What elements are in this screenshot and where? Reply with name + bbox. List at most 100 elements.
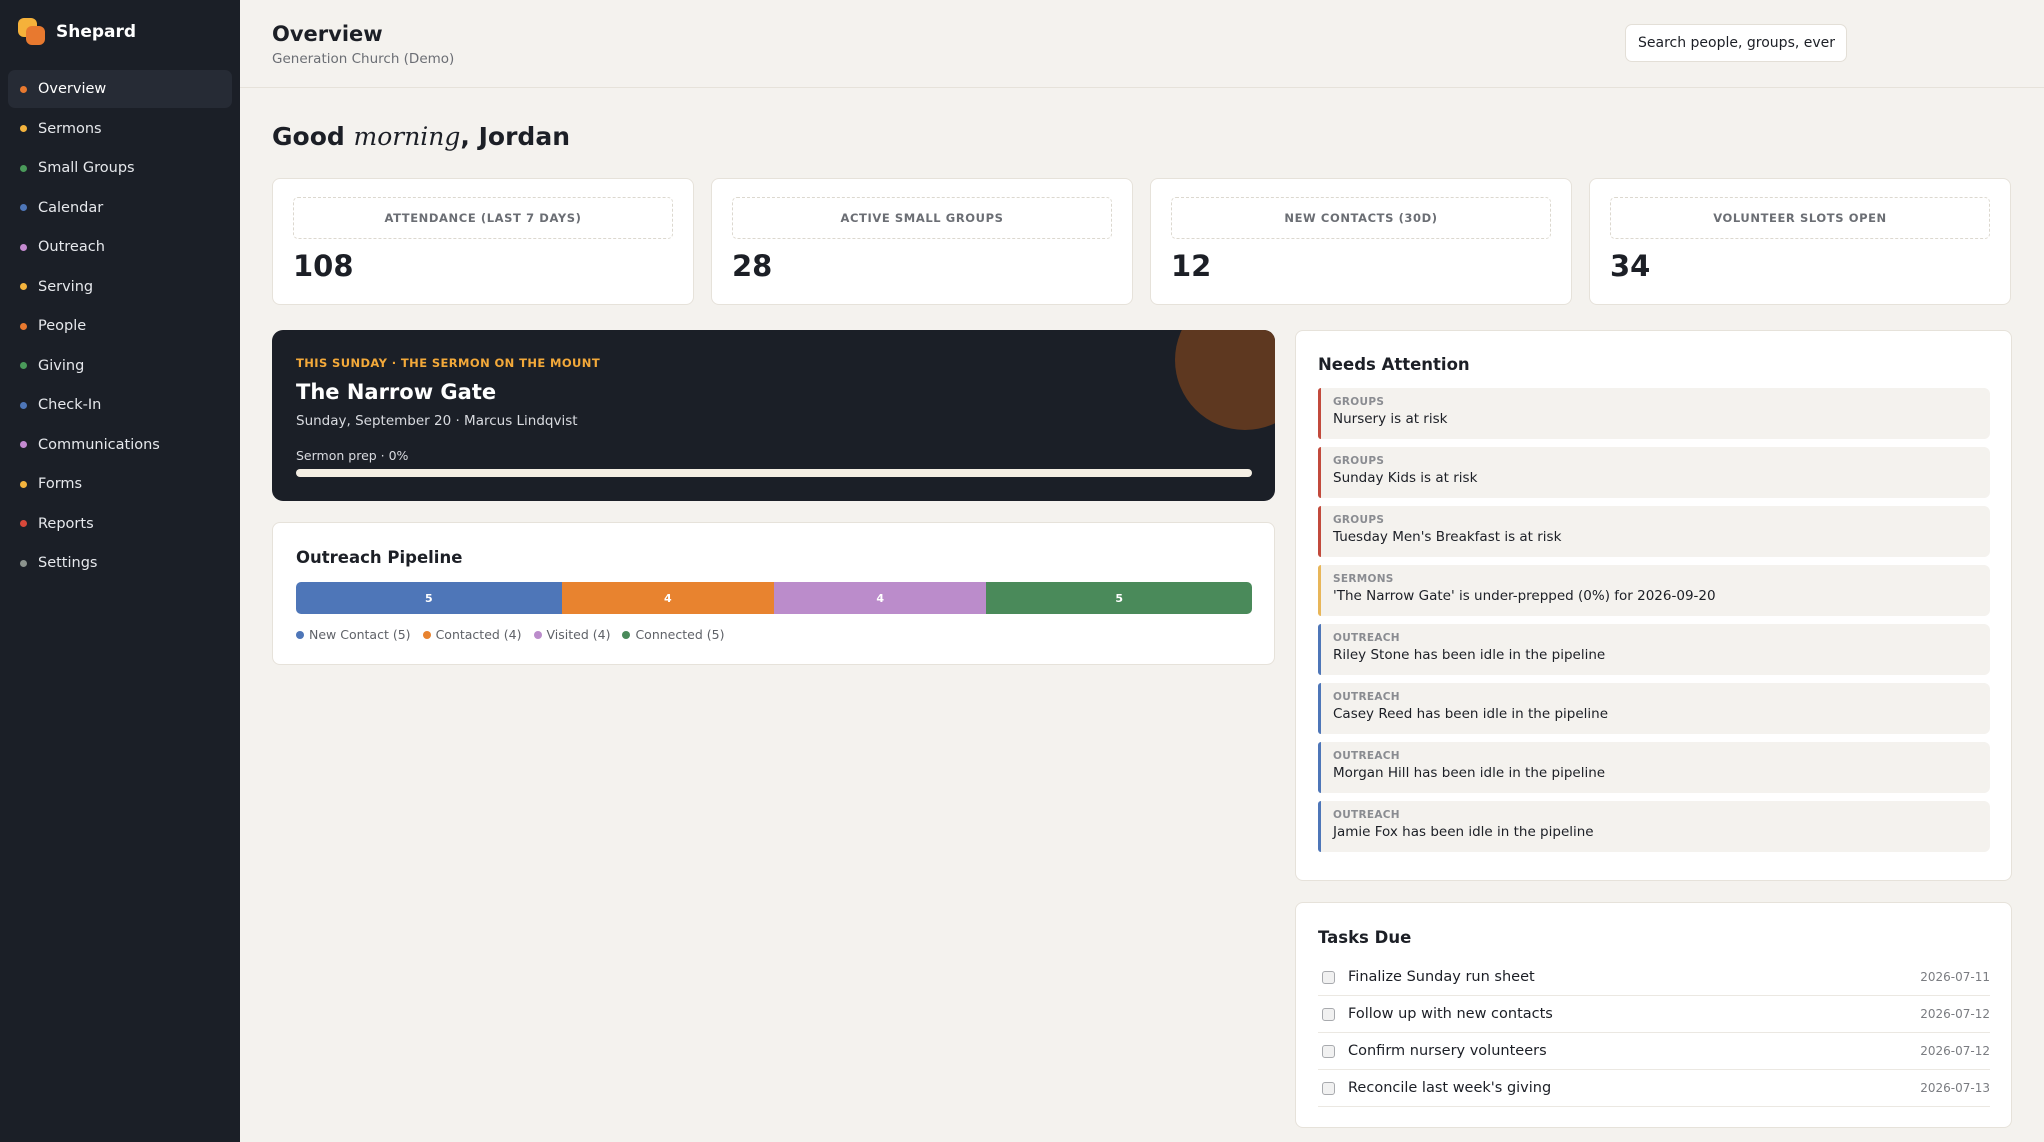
task-row: Confirm nursery volunteers 2026-07-12 <box>1318 1033 1990 1070</box>
sidebar-item-forms[interactable]: Forms <box>8 465 232 503</box>
sidebar-item-giving[interactable]: Giving <box>8 347 232 385</box>
greeting-prefix: Good <box>272 122 345 151</box>
nav-dot-icon <box>20 125 27 132</box>
sidebar-item-check-in[interactable]: Check-In <box>8 386 232 424</box>
task-due-date: 2026-07-12 <box>1920 1044 1990 1058</box>
sidebar-item-label: Giving <box>38 357 85 374</box>
attention-item[interactable]: GROUPS Nursery is at risk <box>1318 388 1990 439</box>
task-list: Finalize Sunday run sheet 2026-07-11 Foll… <box>1318 959 1990 1107</box>
nav-dot-icon <box>20 559 27 567</box>
legend-dot-icon <box>622 630 631 639</box>
task-checkbox[interactable] <box>1322 970 1335 984</box>
sidebar-item-label: People <box>38 318 87 334</box>
task-label: Reconcile last week's giving <box>1348 1080 1552 1096</box>
legend-item-connected: Connected (5) <box>622 627 724 642</box>
attention-item[interactable]: GROUPS Tuesday Men's Breakfast is at risk <box>1318 506 1990 557</box>
attention-item[interactable]: OUTREACH Morgan Hill has been idle in the… <box>1318 742 1990 793</box>
task-checkbox[interactable] <box>1322 1081 1335 1095</box>
sidebar-item-label: Calendar <box>38 199 104 216</box>
brand[interactable]: Shepard <box>18 18 136 46</box>
sidebar-item-settings[interactable]: Settings <box>8 544 232 582</box>
outreach-pipeline-card: Outreach Pipeline 5 4 4 5 New Contact (5… <box>272 522 1275 665</box>
card-title: Outreach Pipeline <box>296 548 463 567</box>
page-title: Overview <box>272 22 383 46</box>
attention-category: GROUPS <box>1333 455 1385 467</box>
attention-text: Casey Reed has been idle in the pipeline <box>1333 706 1609 722</box>
task-due-date: 2026-07-12 <box>1920 1007 1990 1021</box>
pipeline-segment-new-contact[interactable]: 5 <box>296 582 562 614</box>
sermon-prep-label: Sermon prep · 0% <box>296 448 409 463</box>
nav-dot-icon <box>20 520 27 527</box>
sidebar-item-label: Sermons <box>38 120 102 137</box>
sidebar-item-overview[interactable]: Overview <box>8 70 232 108</box>
sidebar: Shepard Overview Sermons Small Groups Ca… <box>0 0 240 1142</box>
stat-label: ACTIVE SMALL GROUPS <box>732 197 1112 239</box>
page-header: Overview Generation Church (Demo) Search… <box>240 0 2044 88</box>
stat-label: VOLUNTEER SLOTS OPEN <box>1610 197 1990 239</box>
sidebar-item-serving[interactable]: Serving <box>8 268 232 306</box>
attention-item[interactable]: GROUPS Sunday Kids is at risk <box>1318 447 1990 498</box>
attention-category: OUTREACH <box>1333 632 1400 644</box>
attention-category: SERMONS <box>1333 573 1394 585</box>
sidebar-nav: Overview Sermons Small Groups Calendar O… <box>8 70 232 584</box>
sidebar-item-small-groups[interactable]: Small Groups <box>8 149 232 187</box>
attention-text: Morgan Hill has been idle in the pipelin… <box>1333 765 1606 781</box>
sidebar-item-outreach[interactable]: Outreach <box>8 228 232 266</box>
nav-dot-icon <box>20 441 27 448</box>
stat-label: NEW CONTACTS (30D) <box>1171 197 1551 239</box>
attention-category: GROUPS <box>1333 396 1385 408</box>
attention-item[interactable]: OUTREACH Casey Reed has been idle in the … <box>1318 683 1990 734</box>
shepard-logo-icon <box>18 18 46 46</box>
sermon-card[interactable]: THIS SUNDAY · THE SERMON ON THE MOUNT Th… <box>272 330 1275 501</box>
attention-category: OUTREACH <box>1333 809 1400 821</box>
nav-dot-icon <box>20 243 27 251</box>
sidebar-item-label: Serving <box>38 278 94 295</box>
legend-item-new-contact: New Contact (5) <box>296 627 411 642</box>
sidebar-item-calendar[interactable]: Calendar <box>8 189 232 227</box>
sermon-prep-progress <box>296 469 1252 477</box>
legend-label: Connected (5) <box>635 627 725 642</box>
legend-item-contacted: Contacted (4) <box>422 627 522 642</box>
sidebar-item-people[interactable]: People <box>8 307 232 345</box>
task-row: Follow up with new contacts 2026-07-12 <box>1318 996 1990 1033</box>
pipeline-legend: New Contact (5) Contacted (4) Visited (4… <box>296 627 724 642</box>
attention-category: OUTREACH <box>1333 691 1400 703</box>
task-checkbox[interactable] <box>1322 1044 1335 1058</box>
sidebar-item-label: Outreach <box>38 239 105 255</box>
attention-text: Jamie Fox has been idle in the pipeline <box>1333 824 1594 840</box>
sidebar-item-label: Small Groups <box>38 160 135 176</box>
sidebar-item-sermons[interactable]: Sermons <box>8 110 232 148</box>
legend-item-visited: Visited (4) <box>533 627 610 642</box>
pipeline-bar: 5 4 4 5 <box>296 582 1252 614</box>
attention-category: GROUPS <box>1333 514 1385 526</box>
attention-category: OUTREACH <box>1333 750 1400 762</box>
attention-item[interactable]: OUTREACH Riley Stone has been idle in the… <box>1318 624 1990 675</box>
pipeline-segment-visited[interactable]: 4 <box>773 582 987 614</box>
sidebar-item-reports[interactable]: Reports <box>8 505 232 543</box>
task-label: Follow up with new contacts <box>1348 1006 1553 1022</box>
attention-text: 'The Narrow Gate' is under-prepped (0%) … <box>1333 588 1716 604</box>
task-row: Reconcile last week's giving 2026-07-13 <box>1318 1070 1990 1107</box>
stat-label: ATTENDANCE (LAST 7 DAYS) <box>293 197 673 239</box>
stat-value: 28 <box>732 249 773 283</box>
sidebar-item-label: Check-In <box>38 397 102 413</box>
pipeline-segment-connected[interactable]: 5 <box>986 582 1252 614</box>
decorative-circle <box>1175 330 1275 430</box>
page-subtitle: Generation Church (Demo) <box>272 51 455 67</box>
attention-item[interactable]: SERMONS 'The Narrow Gate' is under-preppe… <box>1318 565 1990 616</box>
nav-dot-icon <box>20 85 27 93</box>
pipeline-segment-contacted[interactable]: 4 <box>561 582 774 614</box>
stat-value: 12 <box>1171 249 1212 283</box>
needs-attention-card: Needs Attention GROUPS Nursery is at risk… <box>1295 330 2012 881</box>
attention-item[interactable]: OUTREACH Jamie Fox has been idle in the p… <box>1318 801 1990 852</box>
nav-dot-icon <box>20 164 27 172</box>
sidebar-item-label: Communications <box>38 436 160 453</box>
search-input[interactable]: Search people, groups, ever <box>1625 24 1847 62</box>
greeting-suffix: , Jordan <box>460 122 570 151</box>
sidebar-item-communications[interactable]: Communications <box>8 426 232 464</box>
task-checkbox[interactable] <box>1322 1007 1335 1021</box>
card-title: Tasks Due <box>1318 928 1412 947</box>
task-label: Finalize Sunday run sheet <box>1348 969 1535 985</box>
task-due-date: 2026-07-13 <box>1920 1081 1990 1095</box>
attention-text: Nursery is at risk <box>1333 411 1448 427</box>
